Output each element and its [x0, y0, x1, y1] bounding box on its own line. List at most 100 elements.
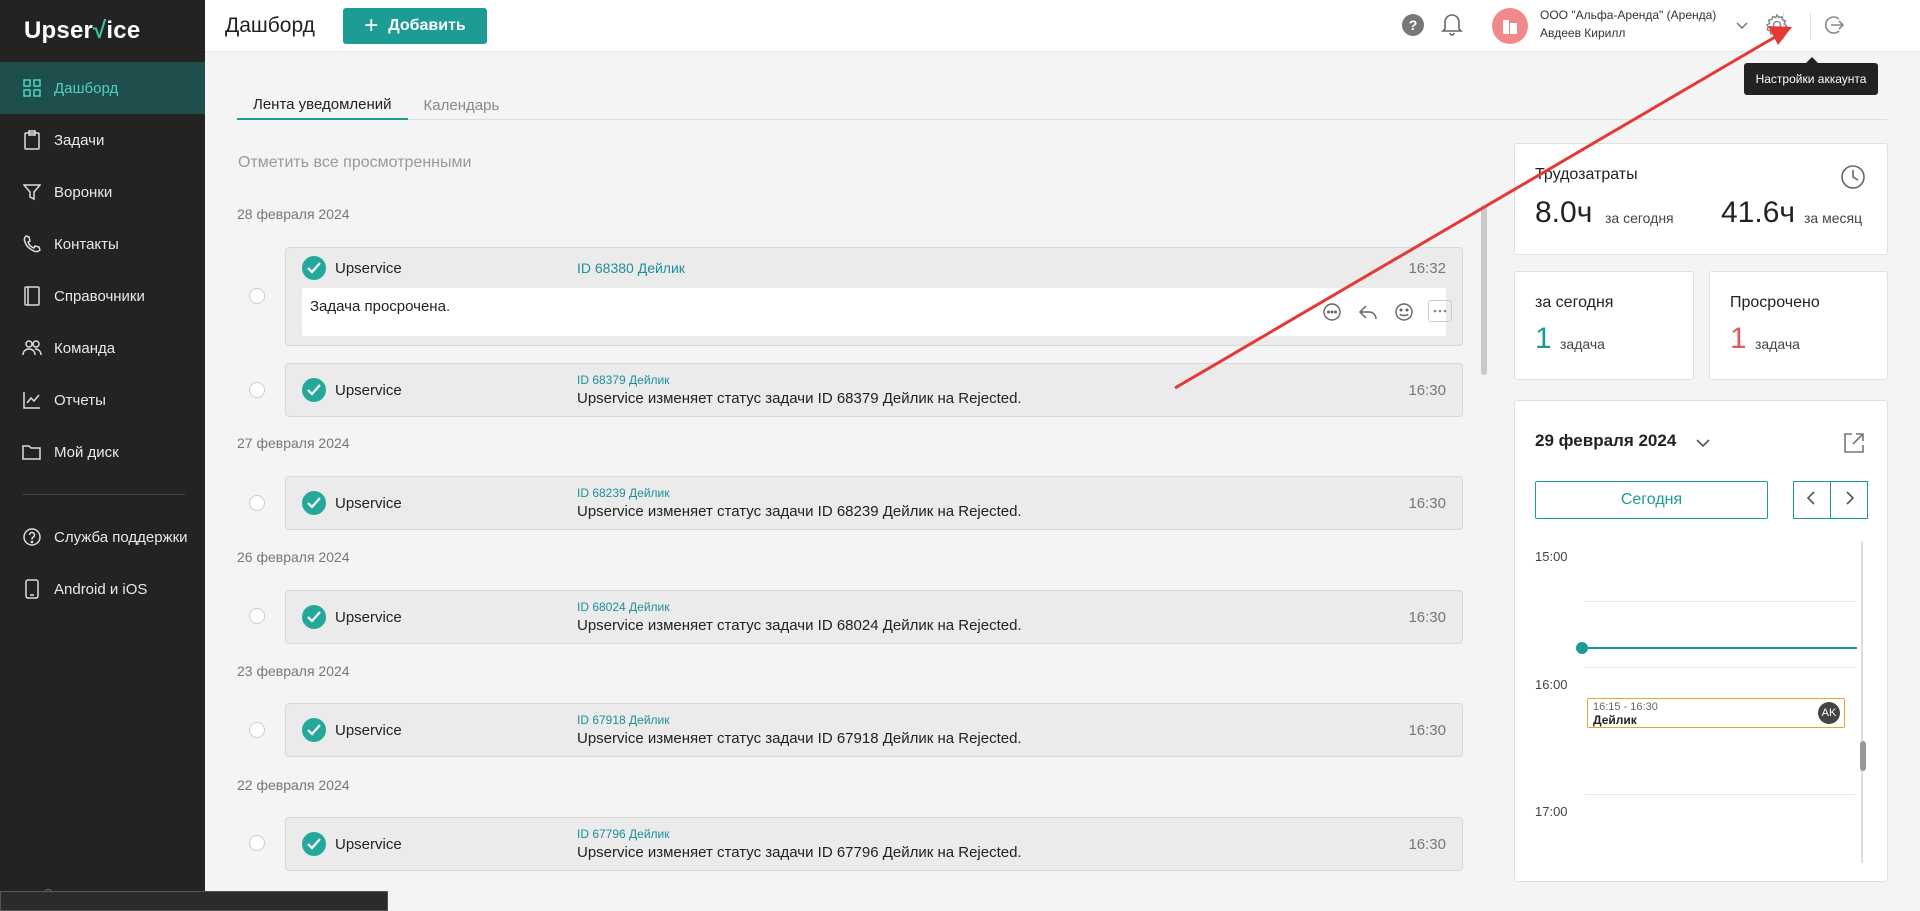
mark-read-radio[interactable] [249, 608, 265, 624]
help-icon[interactable]: ? [1402, 14, 1424, 36]
calendar-panel: 29 февраля 2024 Сегодня 15:00 16:00 16:1… [1514, 400, 1888, 882]
labor-month-label: за месяц [1804, 210, 1863, 226]
mark-read-radio[interactable] [249, 288, 265, 304]
sidebar-item-label: Воронки [54, 183, 113, 201]
prev-day-button[interactable] [1793, 481, 1831, 519]
chevron-down-icon[interactable] [1695, 435, 1711, 451]
sidebar-item-label: Команда [54, 339, 116, 357]
sidebar-item-dashboard[interactable]: Дашборд [0, 62, 205, 114]
dashboard-icon [22, 78, 42, 98]
event-title: Дейлик [1593, 713, 1637, 727]
notification-message: Задача просрочена. [310, 298, 451, 315]
sidebar-item-mobile-apps[interactable]: Android и iOS [0, 563, 205, 615]
notification-card[interactable]: Upservice ID 68379 Дейлик Upservice изме… [285, 363, 1463, 417]
notification-author: Upservice [335, 609, 402, 626]
logo[interactable]: Upser √ ice [0, 0, 205, 62]
tab-notifications[interactable]: Лента уведомлений [237, 90, 408, 120]
next-day-button[interactable] [1830, 481, 1868, 519]
task-link[interactable]: ID 67918 Дейлик [577, 713, 670, 727]
sidebar-item-support[interactable]: Служба поддержки [0, 511, 205, 563]
notification-message: Upservice изменяет статус задачи ID 6823… [577, 503, 1022, 520]
org-name[interactable]: ООО "Альфа-Аренда" (Аренда) [1540, 8, 1716, 22]
notification-author: Upservice [335, 495, 402, 512]
external-link-icon[interactable] [1842, 431, 1866, 455]
chevron-right-icon [1843, 490, 1855, 510]
mark-read-radio[interactable] [249, 722, 265, 738]
clock-icon [1840, 164, 1866, 190]
sidebar-item-label: Отчеты [54, 391, 106, 409]
sidebar-item-reports[interactable]: Отчеты [0, 374, 205, 426]
reply-icon[interactable] [1356, 300, 1380, 324]
user-name[interactable]: Авдеев Кирилл [1540, 26, 1625, 40]
add-button[interactable]: + Добавить [343, 8, 487, 44]
notification-author: Upservice [335, 260, 402, 277]
chart-icon [22, 390, 42, 410]
task-link[interactable]: ID 68379 Дейлик [577, 373, 670, 387]
avatar: AK [1818, 702, 1840, 724]
logo-suffix: ice [106, 17, 141, 44]
overdue-tasks-title: Просрочено [1730, 294, 1820, 311]
notification-author: Upservice [335, 382, 402, 399]
folder-icon [22, 442, 42, 462]
mark-read-radio[interactable] [249, 495, 265, 511]
tab-calendar[interactable]: Календарь [408, 90, 516, 120]
more-icon[interactable] [1428, 300, 1452, 322]
comment-icon[interactable] [1320, 300, 1344, 324]
divider [1810, 12, 1811, 40]
status-bar [0, 891, 388, 911]
feed-date: 26 февраля 2024 [237, 549, 350, 565]
today-tasks-count: 1 [1535, 322, 1552, 355]
chevron-down-icon[interactable] [1735, 18, 1749, 32]
sidebar-item-team[interactable]: Команда [0, 322, 205, 374]
sidebar-item-contacts[interactable]: Контакты [0, 218, 205, 270]
notification-time: 16:30 [1408, 495, 1446, 512]
sidebar-item-label: Служба поддержки [54, 528, 188, 546]
check-icon [302, 378, 326, 402]
calendar-scrollbar[interactable] [1860, 741, 1866, 771]
sidebar-item-tasks[interactable]: Задачи [0, 114, 205, 166]
org-avatar[interactable] [1492, 8, 1528, 44]
overdue-tasks-count: 1 [1730, 322, 1747, 355]
overdue-tasks-panel[interactable]: Просрочено 1 задача [1709, 271, 1888, 380]
mark-read-radio[interactable] [249, 382, 265, 398]
gear-icon[interactable] [1765, 13, 1789, 37]
hour-label: 16:00 [1535, 677, 1568, 692]
add-button-label: Добавить [388, 17, 466, 34]
top-bar: Дашборд + Добавить ? ООО "Альфа-Аренда" (… [205, 0, 1920, 52]
notification-author: Upservice [335, 722, 402, 739]
notification-time: 16:30 [1408, 382, 1446, 399]
labor-month-value: 41.6ч [1721, 196, 1796, 229]
today-button[interactable]: Сегодня [1535, 481, 1768, 519]
notification-card[interactable]: Upservice ID 67918 Дейлик Upservice изме… [285, 703, 1463, 757]
bell-icon[interactable] [1441, 12, 1463, 36]
check-icon [302, 605, 326, 629]
notification-card[interactable]: Upservice ID 67796 Дейлик Upservice изме… [285, 817, 1463, 871]
funnel-icon [22, 182, 42, 202]
sidebar-item-funnels[interactable]: Воронки [0, 166, 205, 218]
mark-read-radio[interactable] [249, 835, 265, 851]
notification-card[interactable]: Upservice ID 68380 Дейлик 16:32 Задача п… [285, 247, 1463, 346]
task-link[interactable]: ID 67796 Дейлик [577, 827, 670, 841]
notification-card[interactable]: Upservice ID 68239 Дейлик Upservice изме… [285, 476, 1463, 530]
notification-time: 16:30 [1408, 722, 1446, 739]
sidebar-item-my-disk[interactable]: Мой диск [0, 426, 205, 478]
page-title: Дашборд [225, 14, 315, 37]
book-icon [22, 286, 42, 306]
time-gridline [1585, 794, 1855, 795]
notification-card[interactable]: Upservice ID 68024 Дейлик Upservice изме… [285, 590, 1463, 644]
feed-scrollbar[interactable] [1481, 205, 1487, 375]
task-link[interactable]: ID 68024 Дейлик [577, 600, 670, 614]
emoji-icon[interactable] [1392, 300, 1416, 324]
check-icon [302, 718, 326, 742]
sidebar-item-directories[interactable]: Справочники [0, 270, 205, 322]
today-tasks-title: за сегодня [1535, 294, 1614, 311]
notification-body: Задача просрочена. [302, 288, 1452, 336]
today-tasks-panel[interactable]: за сегодня 1 задача [1514, 271, 1694, 380]
task-link[interactable]: ID 68380 Дейлик [577, 260, 685, 276]
mark-all-read-link[interactable]: Отметить все просмотренными [238, 154, 471, 172]
task-link[interactable]: ID 68239 Дейлик [577, 486, 670, 500]
logout-icon[interactable] [1821, 13, 1845, 37]
sidebar: Upser √ ice Дашборд Задачи Воронки Контакт… [0, 0, 205, 911]
calendar-date[interactable]: 29 февраля 2024 [1535, 431, 1676, 451]
calendar-event[interactable]: 16:15 - 16:30 Дейлик AK [1587, 698, 1845, 728]
